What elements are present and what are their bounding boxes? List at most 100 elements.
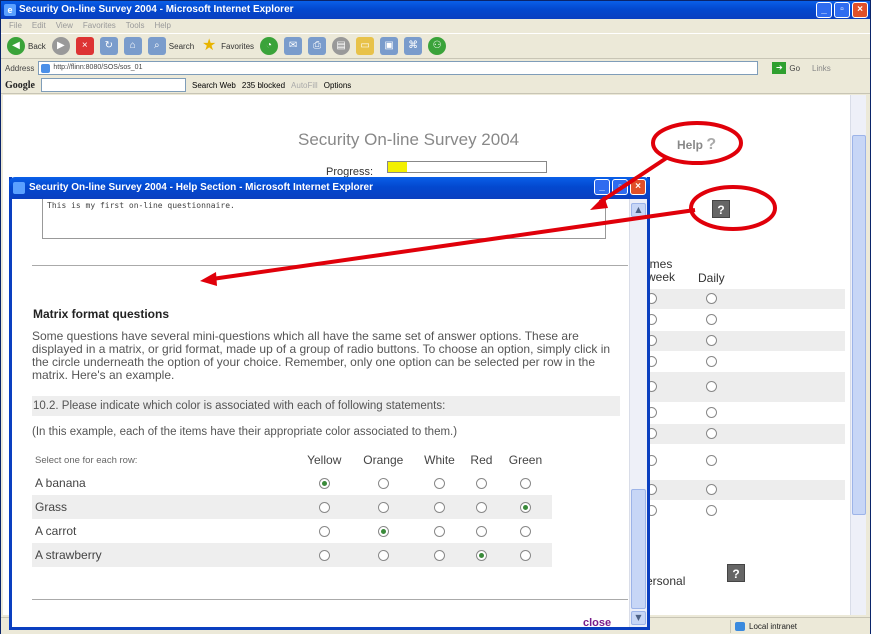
- radio-green[interactable]: [519, 478, 531, 490]
- help-link[interactable]: Help ?: [677, 136, 716, 154]
- matrix-row: A carrot: [32, 519, 552, 543]
- bg-matrix-header: imes week: [647, 257, 676, 284]
- maximize-button[interactable]: ▫: [834, 2, 850, 18]
- radio-white[interactable]: [434, 478, 446, 490]
- minimize-button[interactable]: _: [816, 2, 832, 18]
- radio-white[interactable]: [434, 550, 446, 562]
- radio-red[interactable]: [475, 502, 487, 514]
- radio-white[interactable]: [434, 526, 446, 538]
- bg-row-stripe: [645, 424, 845, 444]
- popup-maximize-button[interactable]: ▫: [612, 179, 628, 195]
- scroll-down-icon[interactable]: ▼: [631, 611, 646, 625]
- popup-titlebar: Security On-line Survey 2004 - Help Sect…: [9, 177, 650, 199]
- home-button[interactable]: ⌂: [123, 37, 142, 55]
- popup-close-button[interactable]: ×: [630, 179, 646, 195]
- popup-scrollbar[interactable]: ▲ ▼: [629, 199, 647, 627]
- radio-yellow[interactable]: [318, 550, 330, 562]
- radio-yellow[interactable]: [318, 502, 330, 514]
- stop-icon: ×: [75, 37, 94, 55]
- back-button[interactable]: ◀ Back: [7, 37, 46, 55]
- bg-radio-button[interactable]: [706, 335, 717, 346]
- radio-orange[interactable]: [377, 478, 389, 490]
- address-input[interactable]: http://flinn:8080/SOS/sos_01: [38, 61, 759, 75]
- radio-yellow[interactable]: [318, 478, 330, 490]
- matrix-cell: [297, 519, 351, 543]
- matrix-row-label: A carrot: [35, 524, 77, 538]
- google-search-web-button[interactable]: Search Web: [192, 81, 236, 90]
- edit-button[interactable]: ▤: [332, 37, 351, 55]
- menu-tools[interactable]: Tools: [126, 19, 145, 33]
- menu-favorites[interactable]: Favorites: [83, 19, 116, 33]
- popup-blocked-button[interactable]: 235 blocked: [242, 81, 285, 90]
- messenger-button[interactable]: ⚇: [428, 37, 447, 55]
- radio-yellow[interactable]: [318, 526, 330, 538]
- bg-radio-button[interactable]: [706, 505, 717, 516]
- menu-edit[interactable]: Edit: [32, 19, 46, 33]
- radio-red[interactable]: [475, 478, 487, 490]
- google-search-input[interactable]: [41, 78, 186, 92]
- bg-radio-button[interactable]: [706, 455, 717, 466]
- folder-button[interactable]: ▭: [356, 37, 375, 55]
- scroll-up-icon[interactable]: ▲: [631, 203, 646, 217]
- search-button[interactable]: ⌕ Search: [147, 37, 194, 55]
- radio-white[interactable]: [434, 502, 446, 514]
- matrix-cell: [463, 495, 499, 519]
- matrix-row-label: A banana: [35, 476, 86, 490]
- refresh-button[interactable]: ↻: [99, 37, 118, 55]
- matrix-row: Grass: [32, 495, 552, 519]
- google-logo[interactable]: Google: [5, 80, 35, 91]
- star-icon: ★: [201, 37, 217, 54]
- bg-radio-button[interactable]: [706, 314, 717, 325]
- options-button[interactable]: Options: [324, 81, 352, 90]
- radio-orange[interactable]: [377, 550, 389, 562]
- edit-icon: ▤: [332, 37, 351, 55]
- forward-button[interactable]: ▶: [51, 37, 70, 55]
- matrix-cell: [297, 543, 352, 567]
- bg-radio-button[interactable]: [706, 356, 717, 367]
- radio-green[interactable]: [519, 550, 531, 562]
- menu-file[interactable]: File: [9, 19, 22, 33]
- go-button[interactable]: ➔ Go: [772, 62, 800, 74]
- discuss-button[interactable]: ▣: [380, 37, 399, 55]
- stop-button[interactable]: ×: [75, 37, 94, 55]
- mail-button[interactable]: ✉: [284, 37, 303, 55]
- matrix-cell: [415, 471, 464, 495]
- menu-view[interactable]: View: [56, 19, 73, 33]
- bg-radio-button[interactable]: [706, 428, 717, 439]
- popup-minimize-button[interactable]: _: [594, 179, 610, 195]
- radio-green[interactable]: [519, 502, 531, 514]
- radio-green[interactable]: [519, 526, 531, 538]
- history-button[interactable]: ◔: [260, 37, 279, 55]
- bg-radio-button[interactable]: [706, 407, 717, 418]
- close-link[interactable]: close: [583, 617, 611, 627]
- popup-title: Security On-line Survey 2004 - Help Sect…: [29, 182, 373, 193]
- bg-radio-button[interactable]: [706, 293, 717, 304]
- print-button[interactable]: ⎙: [308, 37, 327, 55]
- autofill-button[interactable]: AutoFill: [291, 81, 318, 90]
- page-scroll-thumb[interactable]: [852, 135, 866, 515]
- standard-toolbar: ◀ Back ▶ × ↻ ⌂ ⌕ Search ★ Favorites ◔ ✉: [1, 33, 870, 59]
- ie-icon: e: [4, 4, 16, 16]
- question-mark-icon: ?: [706, 136, 717, 153]
- radio-orange[interactable]: [377, 502, 389, 514]
- menu-help[interactable]: Help: [154, 19, 170, 33]
- close-window-button[interactable]: ×: [852, 2, 868, 18]
- question-help-icon[interactable]: ?: [727, 564, 745, 582]
- bg-radio-button[interactable]: [706, 484, 717, 495]
- question-help-icon[interactable]: ?: [712, 200, 730, 218]
- page-scrollbar[interactable]: [850, 95, 866, 615]
- favorites-button[interactable]: ★ Favorites: [200, 37, 254, 55]
- radio-red[interactable]: [475, 526, 487, 538]
- help-popup-window: Security On-line Survey 2004 - Help Sect…: [9, 177, 650, 630]
- refresh-icon: ↻: [99, 37, 118, 55]
- discuss-icon: ▣: [380, 37, 399, 55]
- bg-radio-button[interactable]: [706, 381, 717, 392]
- radio-red[interactable]: [475, 550, 487, 562]
- links-label[interactable]: Links: [812, 64, 831, 73]
- research-button[interactable]: ⌘: [404, 37, 423, 55]
- home-icon: ⌂: [123, 37, 142, 55]
- popup-scroll-thumb[interactable]: [631, 489, 646, 609]
- radio-orange[interactable]: [377, 526, 389, 538]
- sample-textarea[interactable]: This is my first on-line questionnaire.: [42, 199, 606, 239]
- bg-matrix-daily: Daily: [698, 271, 725, 285]
